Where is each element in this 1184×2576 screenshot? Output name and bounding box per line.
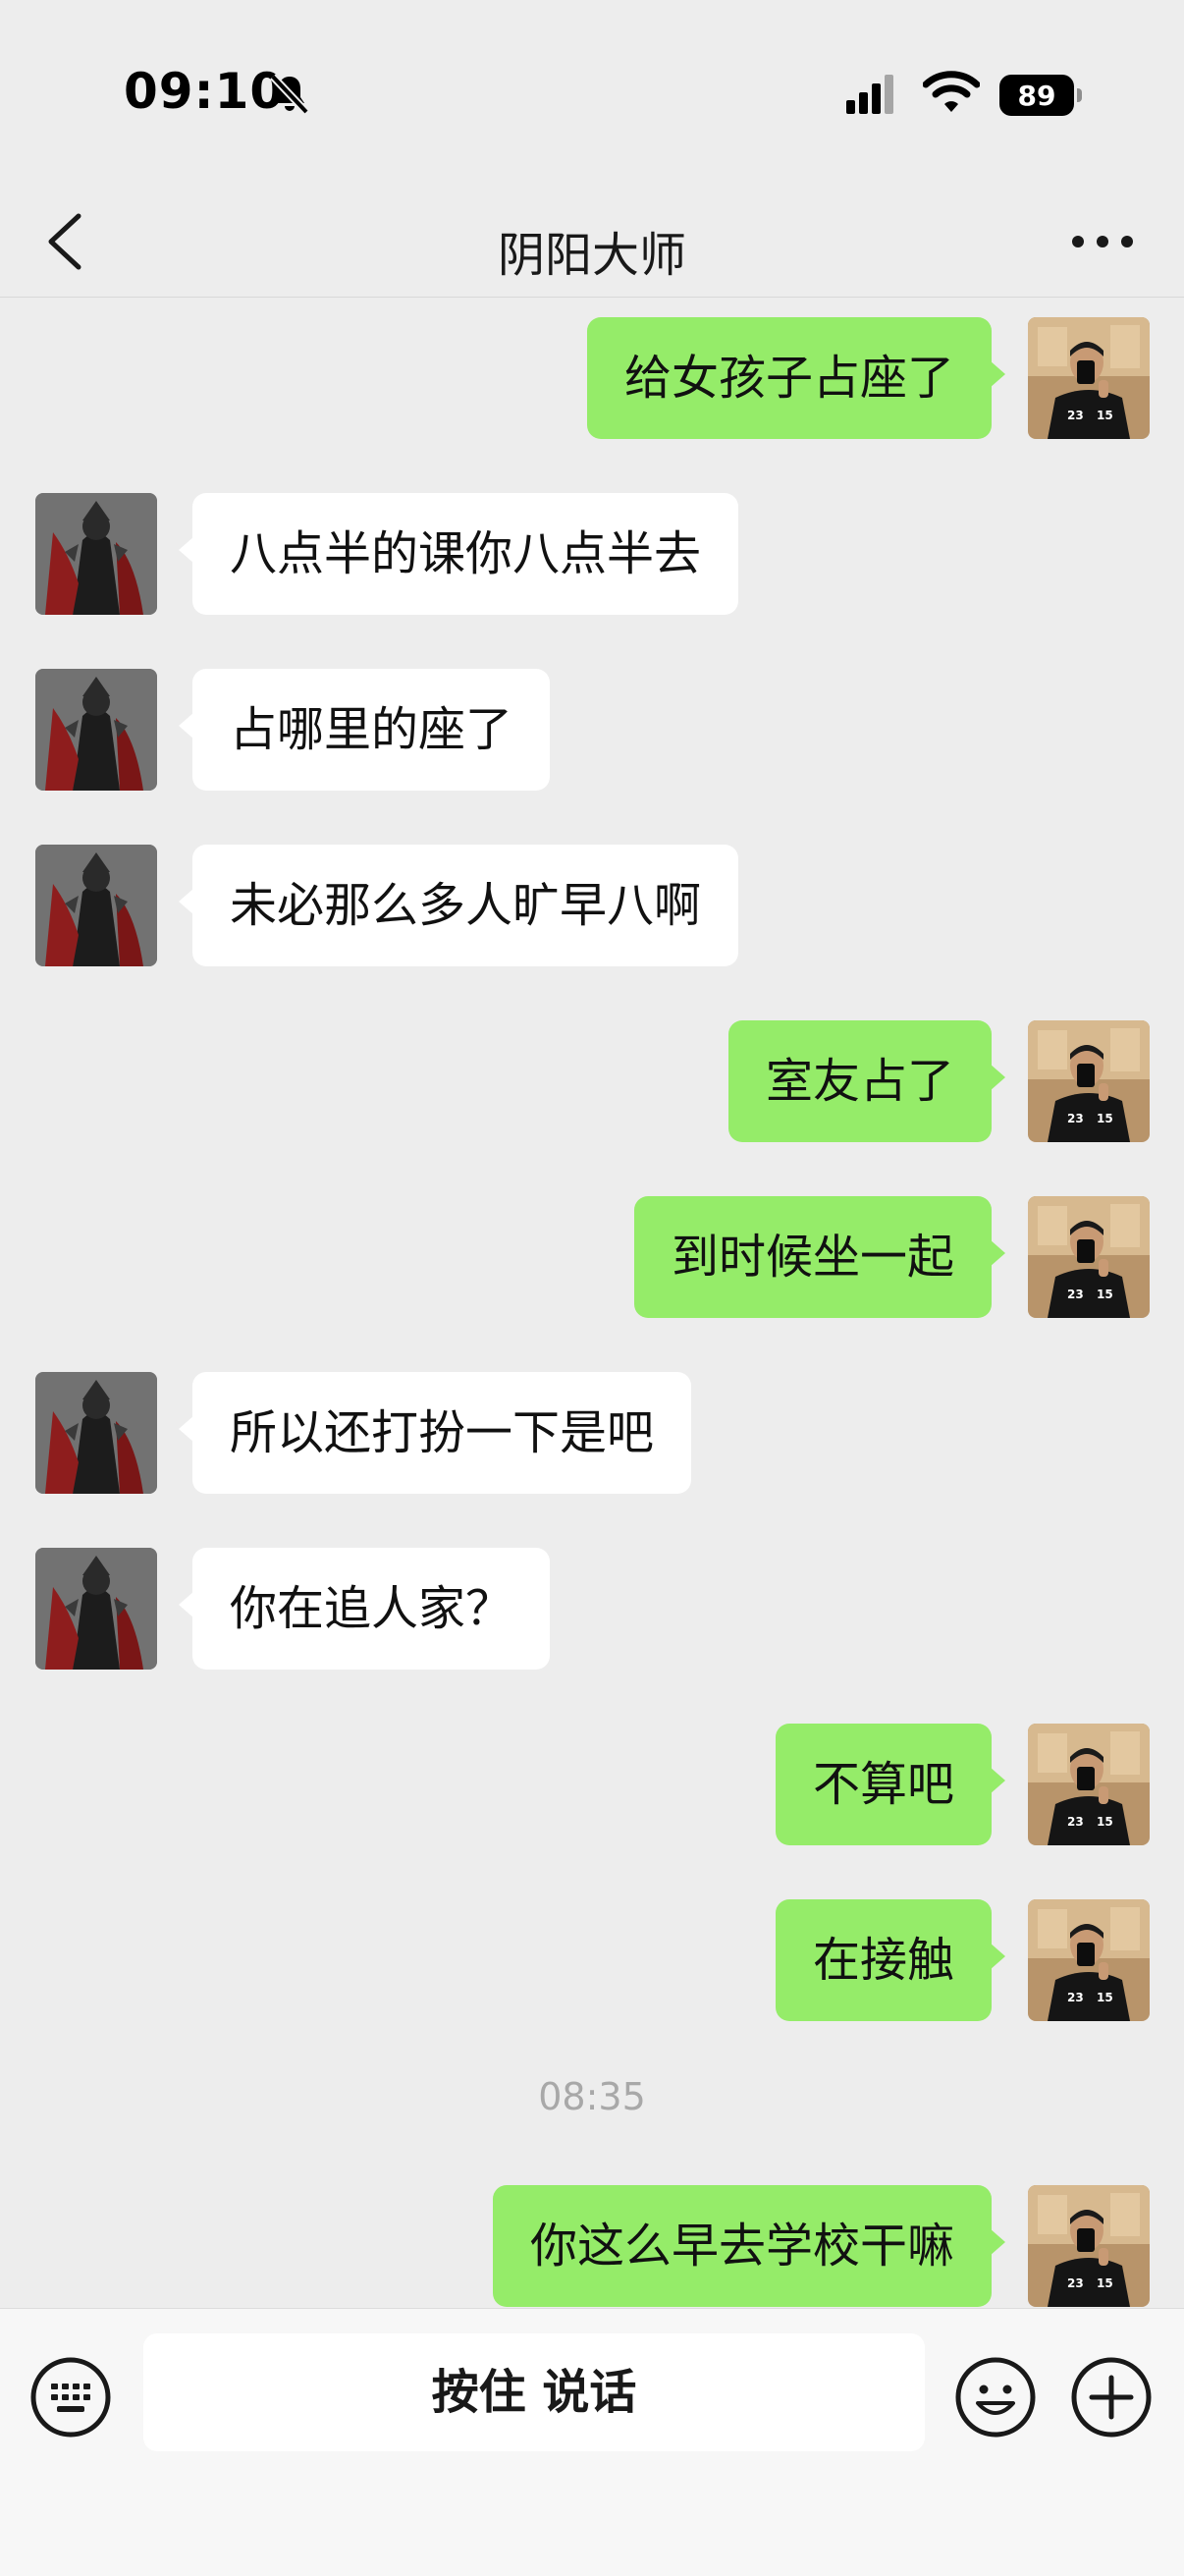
svg-text:23: 23 (1067, 1991, 1084, 2004)
svg-text:15: 15 (1097, 2276, 1113, 2290)
outgoing-message: 你这么早去学校干嘛 23 15 (0, 2185, 1184, 2307)
svg-text:23: 23 (1067, 1288, 1084, 1301)
input-bar: 按住 说话 (0, 2308, 1184, 2576)
svg-text:15: 15 (1097, 1815, 1113, 1829)
contact-avatar[interactable] (35, 1548, 157, 1670)
my-avatar[interactable]: 23 15 (1028, 317, 1150, 439)
svg-text:23: 23 (1067, 2276, 1084, 2290)
contact-avatar[interactable] (35, 1372, 157, 1494)
my-avatar[interactable]: 23 15 (1028, 2185, 1150, 2307)
bell-slash-icon (267, 71, 312, 116)
outgoing-message: 室友占了 23 15 (0, 1020, 1184, 1142)
message-bubble[interactable]: 在接触 (775, 1899, 1006, 2021)
incoming-message: 你在追人家？ (0, 1548, 1184, 1670)
emoji-button[interactable] (952, 2354, 1039, 2440)
svg-text:15: 15 (1097, 1288, 1113, 1301)
chat-title: 阴阳大师 (497, 228, 686, 283)
keyboard-icon (30, 2357, 111, 2438)
svg-text:15: 15 (1097, 1112, 1113, 1125)
chat-header: 阴阳大师 (0, 187, 1184, 298)
outgoing-message: 到时候坐一起 23 15 (0, 1196, 1184, 1318)
message-bubble[interactable]: 不算吧 (775, 1724, 1006, 1845)
status-bar: 09:10 89 (0, 0, 1184, 187)
my-avatar[interactable]: 23 15 (1028, 1196, 1150, 1318)
incoming-message: 八点半的课你八点半去 (0, 493, 1184, 615)
outgoing-message: 给女孩子占座了 23 15 (0, 317, 1184, 439)
incoming-message: 未必那么多人旷早八啊 (0, 845, 1184, 966)
message-bubble[interactable]: 你在追人家？ (178, 1548, 551, 1670)
message-bubble[interactable]: 室友占了 (727, 1020, 1006, 1142)
battery-icon: 89 (999, 75, 1082, 116)
svg-text:23: 23 (1067, 409, 1084, 422)
message-bubble[interactable]: 所以还打扮一下是吧 (178, 1372, 692, 1494)
message-bubble[interactable]: 八点半的课你八点半去 (178, 493, 739, 615)
status-time: 09:10 (124, 63, 286, 120)
incoming-message: 所以还打扮一下是吧 (0, 1372, 1184, 1494)
svg-text:23: 23 (1067, 1112, 1084, 1125)
svg-text:15: 15 (1097, 1991, 1113, 2004)
message-bubble[interactable]: 未必那么多人旷早八啊 (178, 845, 739, 966)
svg-text:15: 15 (1097, 409, 1113, 422)
message-bubble[interactable]: 给女孩子占座了 (586, 317, 1006, 439)
emoji-icon (955, 2357, 1036, 2438)
my-avatar[interactable]: 23 15 (1028, 1020, 1150, 1142)
message-timestamp: 08:35 (538, 2075, 646, 2118)
message-bubble[interactable]: 到时候坐一起 (633, 1196, 1006, 1318)
outgoing-message: 在接触 23 15 (0, 1899, 1184, 2021)
incoming-message: 占哪里的座了 (0, 669, 1184, 791)
keyboard-toggle-button[interactable] (27, 2354, 114, 2440)
more-functions-button[interactable] (1068, 2354, 1155, 2440)
plus-icon (1071, 2357, 1152, 2438)
message-bubble[interactable]: 占哪里的座了 (178, 669, 551, 791)
wifi-icon (923, 69, 980, 116)
message-bubble[interactable]: 你这么早去学校干嘛 (492, 2185, 1006, 2307)
svg-text:23: 23 (1067, 1815, 1084, 1829)
my-avatar[interactable]: 23 15 (1028, 1899, 1150, 2021)
cellular-signal-icon (846, 73, 895, 116)
my-avatar[interactable]: 23 15 (1028, 1724, 1150, 1845)
more-dots-icon (1072, 236, 1133, 247)
outgoing-message: 不算吧 23 15 (0, 1724, 1184, 1845)
battery-level: 89 (999, 75, 1074, 116)
hold-to-talk-button[interactable]: 按住 说话 (143, 2333, 925, 2451)
battery-cap (1077, 88, 1082, 102)
contact-avatar[interactable] (35, 493, 157, 615)
more-button[interactable] (1066, 216, 1139, 267)
contact-avatar[interactable] (35, 669, 157, 791)
message-list[interactable]: 给女孩子占座了 23 15 八点半的课你八点半去 占哪里的座了未必那么多人旷早八啊室友占… (0, 298, 1184, 2308)
contact-avatar[interactable] (35, 845, 157, 966)
